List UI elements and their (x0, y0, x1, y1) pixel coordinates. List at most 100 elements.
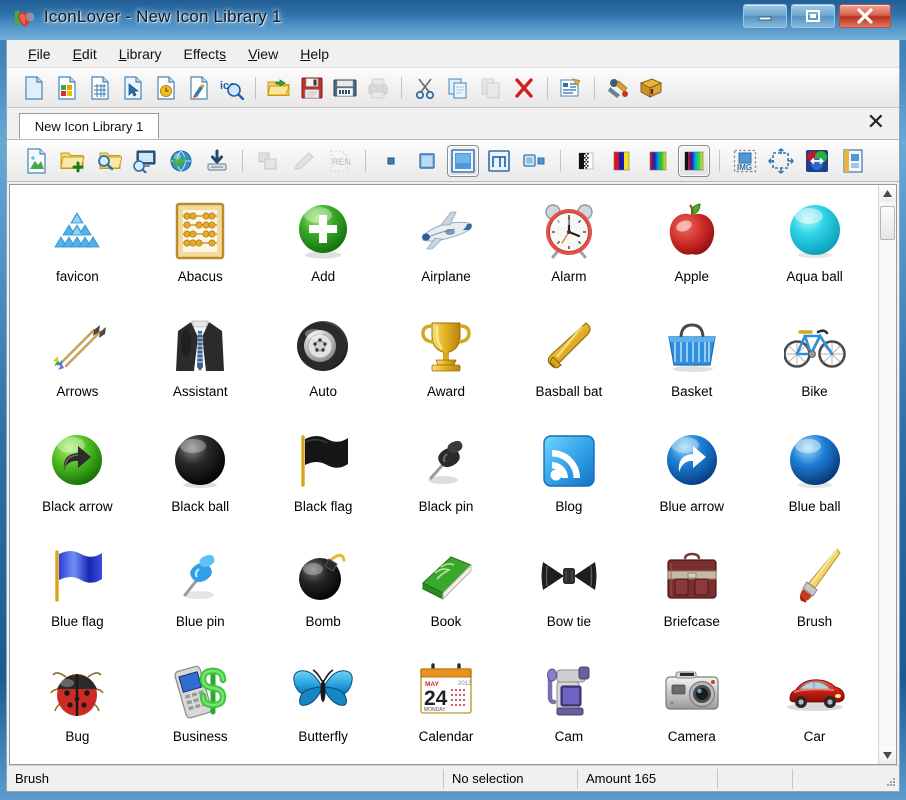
blog-art (537, 429, 601, 493)
close-button[interactable] (839, 4, 891, 28)
briefcase-art (660, 544, 724, 608)
icon-cell[interactable]: Assistant (139, 308, 262, 423)
icon-cell[interactable]: Apple (630, 193, 753, 308)
properties-icon[interactable] (556, 73, 586, 103)
icon-cell[interactable]: Alarm (507, 193, 630, 308)
icon-cell[interactable]: Bike (753, 308, 876, 423)
delete-icon[interactable] (509, 73, 539, 103)
icon-cell[interactable]: Basball bat (507, 308, 630, 423)
icon-cell[interactable]: Airplane (385, 193, 508, 308)
new-image-icon[interactable] (19, 73, 49, 103)
menu-edit[interactable]: Edit (62, 43, 108, 65)
icon-cell[interactable]: Butterfly (262, 653, 385, 764)
save-icon[interactable] (297, 73, 327, 103)
new-paint-image-icon[interactable] (184, 73, 214, 103)
ico-search-icon[interactable]: ico (217, 73, 247, 103)
icon-cell[interactable]: Bow tie (507, 538, 630, 653)
save-all-icon[interactable] (330, 73, 360, 103)
edit-pencil-icon[interactable] (288, 145, 320, 177)
icon-cell[interactable]: Blue arrow (630, 423, 753, 538)
size-list-icon[interactable] (519, 145, 551, 177)
depth-16-colors-icon[interactable] (606, 145, 638, 177)
bug-art (45, 659, 109, 723)
icon-cell[interactable]: Brush (753, 538, 876, 653)
menu-help[interactable]: Help (289, 43, 340, 65)
copy-icon[interactable] (443, 73, 473, 103)
new-cursor-icon[interactable] (118, 73, 148, 103)
resize-icon[interactable] (765, 145, 797, 177)
icon-label: Apple (674, 269, 709, 284)
icon-cell[interactable]: Black flag (262, 423, 385, 538)
icon-label: Auto (309, 384, 338, 399)
help-book-icon[interactable] (636, 73, 666, 103)
icon-cell[interactable]: Bug (16, 653, 139, 764)
icon-cell[interactable]: Briefcase (630, 538, 753, 653)
arrange-icon[interactable] (252, 145, 284, 177)
import-screen-icon[interactable] (129, 145, 161, 177)
blue-pin-art (168, 544, 232, 608)
icon-cell[interactable]: Abacus (139, 193, 262, 308)
rename-icon[interactable]: REN (324, 145, 356, 177)
icon-cell[interactable]: Business (139, 653, 262, 764)
add-image-icon[interactable] (21, 145, 53, 177)
minimize-button[interactable] (743, 4, 787, 28)
export-download-icon[interactable] (201, 145, 233, 177)
find-folder-icon[interactable] (93, 145, 125, 177)
new-color-image-icon[interactable] (52, 73, 82, 103)
size-tiny-icon[interactable] (375, 145, 407, 177)
scrollbar-thumb[interactable] (880, 206, 895, 240)
color-adjust-icon[interactable] (801, 145, 833, 177)
icon-cell[interactable]: Black pin (385, 423, 508, 538)
depth-monochrome-icon[interactable] (570, 145, 602, 177)
globe-icon[interactable] (165, 145, 197, 177)
size-large-icon[interactable] (447, 144, 479, 177)
new-grid-image-icon[interactable] (85, 73, 115, 103)
icon-cell[interactable]: Bomb (262, 538, 385, 653)
icon-cell[interactable]: Camera (630, 653, 753, 764)
print-icon[interactable] (363, 73, 393, 103)
menu-file[interactable]: File (17, 43, 62, 65)
tab-new-icon-library-1[interactable]: New Icon Library 1 (19, 113, 159, 139)
image-format-icon[interactable]: IMG (729, 145, 761, 177)
icon-cell[interactable]: Blue flag (16, 538, 139, 653)
icon-cell[interactable]: Cam (507, 653, 630, 764)
icon-cell[interactable]: Book (385, 538, 508, 653)
menu-view[interactable]: View (237, 43, 289, 65)
depth-truecolor-icon[interactable] (678, 144, 710, 177)
icon-cell[interactable]: Basket (630, 308, 753, 423)
icon-cell[interactable]: Arrows (16, 308, 139, 423)
menu-effects[interactable]: Effects (173, 43, 238, 65)
maximize-button[interactable] (791, 4, 835, 28)
menu-library[interactable]: Library (108, 43, 173, 65)
icon-cell[interactable]: MAY 2013 24 MONDAY Calendar (385, 653, 508, 764)
icon-label: Blog (555, 499, 583, 514)
window-title: IconLover - New Icon Library 1 (44, 7, 282, 26)
icon-cell[interactable]: Black ball (139, 423, 262, 538)
depth-256-colors-icon[interactable] (642, 145, 674, 177)
icon-cell[interactable]: Aqua ball (753, 193, 876, 308)
icon-cell[interactable]: Blue ball (753, 423, 876, 538)
cut-icon[interactable] (410, 73, 440, 103)
effects-icon[interactable] (837, 145, 869, 177)
resize-grip-icon[interactable] (884, 775, 896, 787)
icon-cell[interactable]: Car (753, 653, 876, 764)
icon-cell[interactable]: Add (262, 193, 385, 308)
new-clock-image-icon[interactable] (151, 73, 181, 103)
icon-cell[interactable]: Auto (262, 308, 385, 423)
icon-cell[interactable]: Award (385, 308, 508, 423)
scroll-down-arrow-icon[interactable] (879, 747, 896, 764)
icon-cell[interactable]: favicon (16, 193, 139, 308)
icon-cell[interactable]: Black arrow (16, 423, 139, 538)
vertical-scrollbar[interactable] (878, 185, 896, 764)
tab-close-icon[interactable]: ✕ (867, 111, 885, 133)
size-small-icon[interactable] (411, 145, 443, 177)
open-folder-icon[interactable] (264, 73, 294, 103)
add-folder-icon[interactable] (57, 145, 89, 177)
paste-icon[interactable] (476, 73, 506, 103)
scroll-up-arrow-icon[interactable] (879, 185, 896, 202)
capture-icon[interactable] (603, 73, 633, 103)
icon-cell[interactable]: Blog (507, 423, 630, 538)
icon-cell[interactable]: Blue pin (139, 538, 262, 653)
size-xlarge-icon[interactable] (483, 145, 515, 177)
scrollbar-track[interactable] (879, 202, 896, 747)
